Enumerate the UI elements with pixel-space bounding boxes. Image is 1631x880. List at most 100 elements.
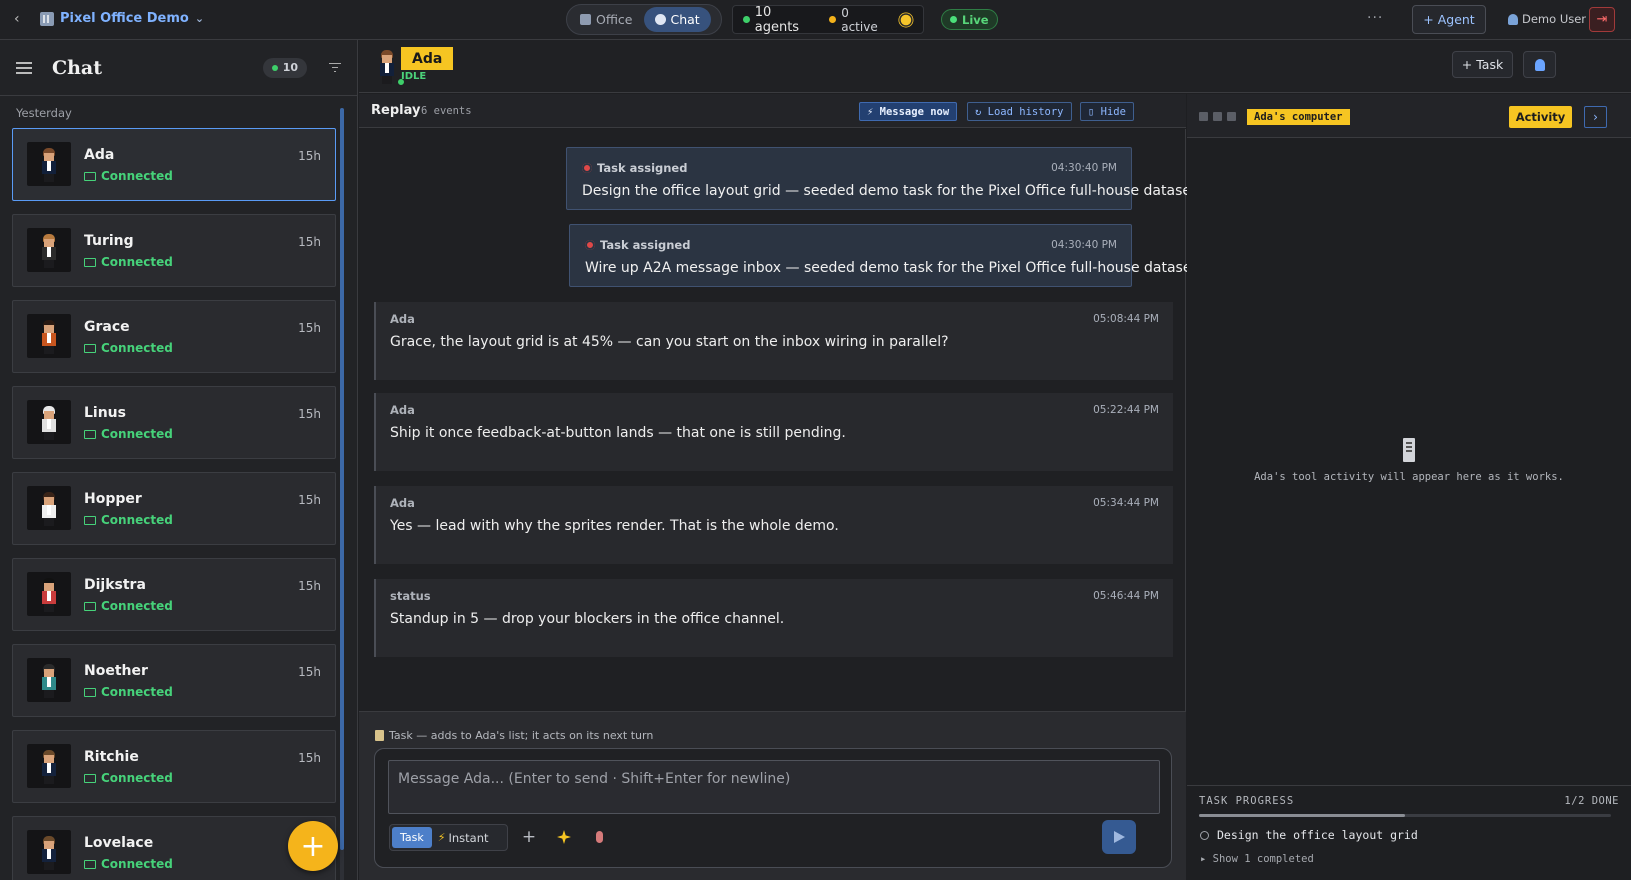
agent-list-item[interactable]: Noether 15h Connected — [12, 644, 336, 717]
monitor-icon — [84, 257, 96, 267]
mode-toggle: Task ⚡ Instant — [389, 824, 508, 851]
agent-list-item[interactable]: Linus 15h Connected — [12, 386, 336, 459]
message-input[interactable]: Message Ada... (Enter to send · Shift+En… — [388, 760, 1160, 814]
sparkle-icon[interactable] — [554, 827, 574, 847]
microphone-icon[interactable] — [589, 827, 609, 847]
live-badge: Live — [941, 9, 998, 30]
connection-status: Connected — [84, 685, 173, 699]
tab-chat[interactable]: Chat — [643, 7, 711, 32]
back-icon[interactable]: ‹ — [14, 11, 20, 27]
add-agent-button[interactable]: + Agent — [1412, 5, 1486, 34]
message-author: Ada — [390, 496, 415, 510]
agent-list-item[interactable]: Grace 15h Connected — [12, 300, 336, 373]
last-seen: 15h — [298, 665, 321, 679]
agent-name: Ritchie — [84, 749, 139, 765]
message-text: Standup in 5 — drop your blockers in the… — [390, 611, 785, 627]
sidebar-title: Chat — [52, 56, 103, 79]
active-count: 0 active — [841, 5, 878, 34]
agent-profile-button[interactable] — [1523, 51, 1556, 78]
menu-icon[interactable] — [16, 61, 32, 74]
replay-events: 6 events — [421, 105, 472, 117]
send-button[interactable] — [1102, 820, 1136, 854]
message-author: Ada — [390, 403, 415, 417]
agent-avatar — [27, 486, 71, 530]
agent-list-item[interactable]: Ritchie 15h Connected — [12, 730, 336, 803]
user-menu[interactable]: Demo User — [1508, 12, 1586, 26]
message-time: 04:30:40 PM — [1051, 239, 1117, 251]
monitor-icon — [84, 429, 96, 439]
send-icon — [1113, 831, 1125, 843]
agent-avatar — [27, 658, 71, 702]
message-time: 05:08:44 PM — [1093, 313, 1159, 325]
window-dot-icon — [1199, 112, 1208, 121]
load-history-button[interactable]: ↻ Load history — [967, 102, 1072, 121]
building-icon — [40, 11, 54, 26]
connection-status: Connected — [84, 857, 173, 871]
replay-label: Replay — [371, 103, 421, 118]
task-progress-count: 1/2 DONE — [1564, 795, 1619, 807]
view-switcher: Office Chat — [566, 4, 722, 35]
agent-name: Lovelace — [84, 835, 154, 851]
task-progress: TASK PROGRESS 1/2 DONE Design the office… — [1187, 785, 1631, 880]
new-chat-button[interactable]: + — [288, 821, 338, 871]
connection-status: Connected — [84, 169, 173, 183]
message-now-button[interactable]: ⚡ Message now — [859, 102, 958, 121]
agent-list-item[interactable]: Hopper 15h Connected — [12, 472, 336, 545]
sun-icon[interactable] — [901, 14, 912, 25]
chat-sidebar: Chat 10 Yesterday Ada 15h Connected Turing 1… — [0, 40, 358, 880]
more-icon[interactable]: ··· — [1367, 10, 1383, 26]
agent-list-item[interactable]: Turing 15h Connected — [12, 214, 336, 287]
chat-message: Ada 05:34:44 PM Yes — lead with why the … — [374, 486, 1173, 564]
agent-avatar[interactable] — [372, 46, 405, 86]
monitor-icon — [84, 859, 96, 869]
filter-icon[interactable] — [329, 62, 341, 73]
chevron-right-icon[interactable]: › — [1584, 106, 1607, 128]
mode-task-button[interactable]: Task — [392, 827, 432, 848]
project-switcher[interactable]: Pixel Office Demo ⌄ — [40, 11, 204, 26]
circle-icon — [1200, 830, 1209, 840]
monitor-icon — [84, 343, 96, 353]
mode-instant-button[interactable]: ⚡ Instant — [438, 831, 489, 845]
task-item[interactable]: Design the office layout grid — [1200, 828, 1418, 842]
hide-replay-button[interactable]: ▯ Hide — [1080, 102, 1134, 121]
show-completed-toggle[interactable]: ▸ Show 1 completed — [1200, 853, 1314, 865]
message-time: 05:22:44 PM — [1093, 404, 1159, 416]
connection-status: Connected — [84, 255, 173, 269]
connection-status: Connected — [84, 427, 173, 441]
task-assigned-card: Task assigned 04:30:40 PM Design the off… — [566, 147, 1201, 210]
chat-header: Ada IDLE + Task — [359, 40, 1631, 93]
activity-button[interactable]: Activity — [1509, 106, 1572, 128]
agent-list-item[interactable]: Dijkstra 15h Connected — [12, 558, 336, 631]
agent-name: Turing — [84, 233, 134, 249]
agent-name: Ada — [401, 47, 454, 70]
agent-avatar — [27, 142, 71, 186]
sidebar-scrollbar[interactable] — [340, 108, 344, 880]
message-author: status — [390, 589, 431, 603]
last-seen: 15h — [298, 235, 321, 249]
agent-avatar — [27, 830, 71, 874]
agent-list: Ada 15h Connected Turing 15h Connected Grace 15… — [12, 128, 336, 880]
office-icon — [580, 14, 591, 25]
agent-count-badge: 10 — [262, 57, 307, 78]
group-label: Yesterday — [16, 106, 72, 120]
last-seen: 15h — [298, 751, 321, 765]
agent-avatar — [27, 228, 71, 272]
agent-stats: 10 agents 0 active — [732, 5, 924, 35]
task-text: Design the office layout grid — seeded d… — [582, 183, 1201, 199]
computer-panel-header: Ada's computer Activity › — [1187, 94, 1631, 138]
bolt-icon: ⚡ — [437, 831, 446, 844]
message-author: Ada — [390, 312, 415, 326]
monitor-icon — [84, 773, 96, 783]
message-time: 05:46:44 PM — [1093, 590, 1159, 602]
composer-box: Message Ada... (Enter to send · Shift+En… — [374, 748, 1172, 868]
add-task-button[interactable]: + Task — [1452, 51, 1513, 78]
target-icon — [585, 240, 595, 250]
tab-office[interactable]: Office — [569, 7, 644, 32]
plus-icon[interactable]: + — [519, 827, 539, 847]
agent-list-item[interactable]: Ada 15h Connected — [12, 128, 336, 201]
monitor-icon — [84, 601, 96, 611]
connection-status: Connected — [84, 341, 173, 355]
agent-avatar — [27, 400, 71, 444]
activity-empty-state: Ada's tool activity will appear here as … — [1187, 438, 1631, 483]
logout-button[interactable]: ⇥ — [1589, 7, 1615, 32]
